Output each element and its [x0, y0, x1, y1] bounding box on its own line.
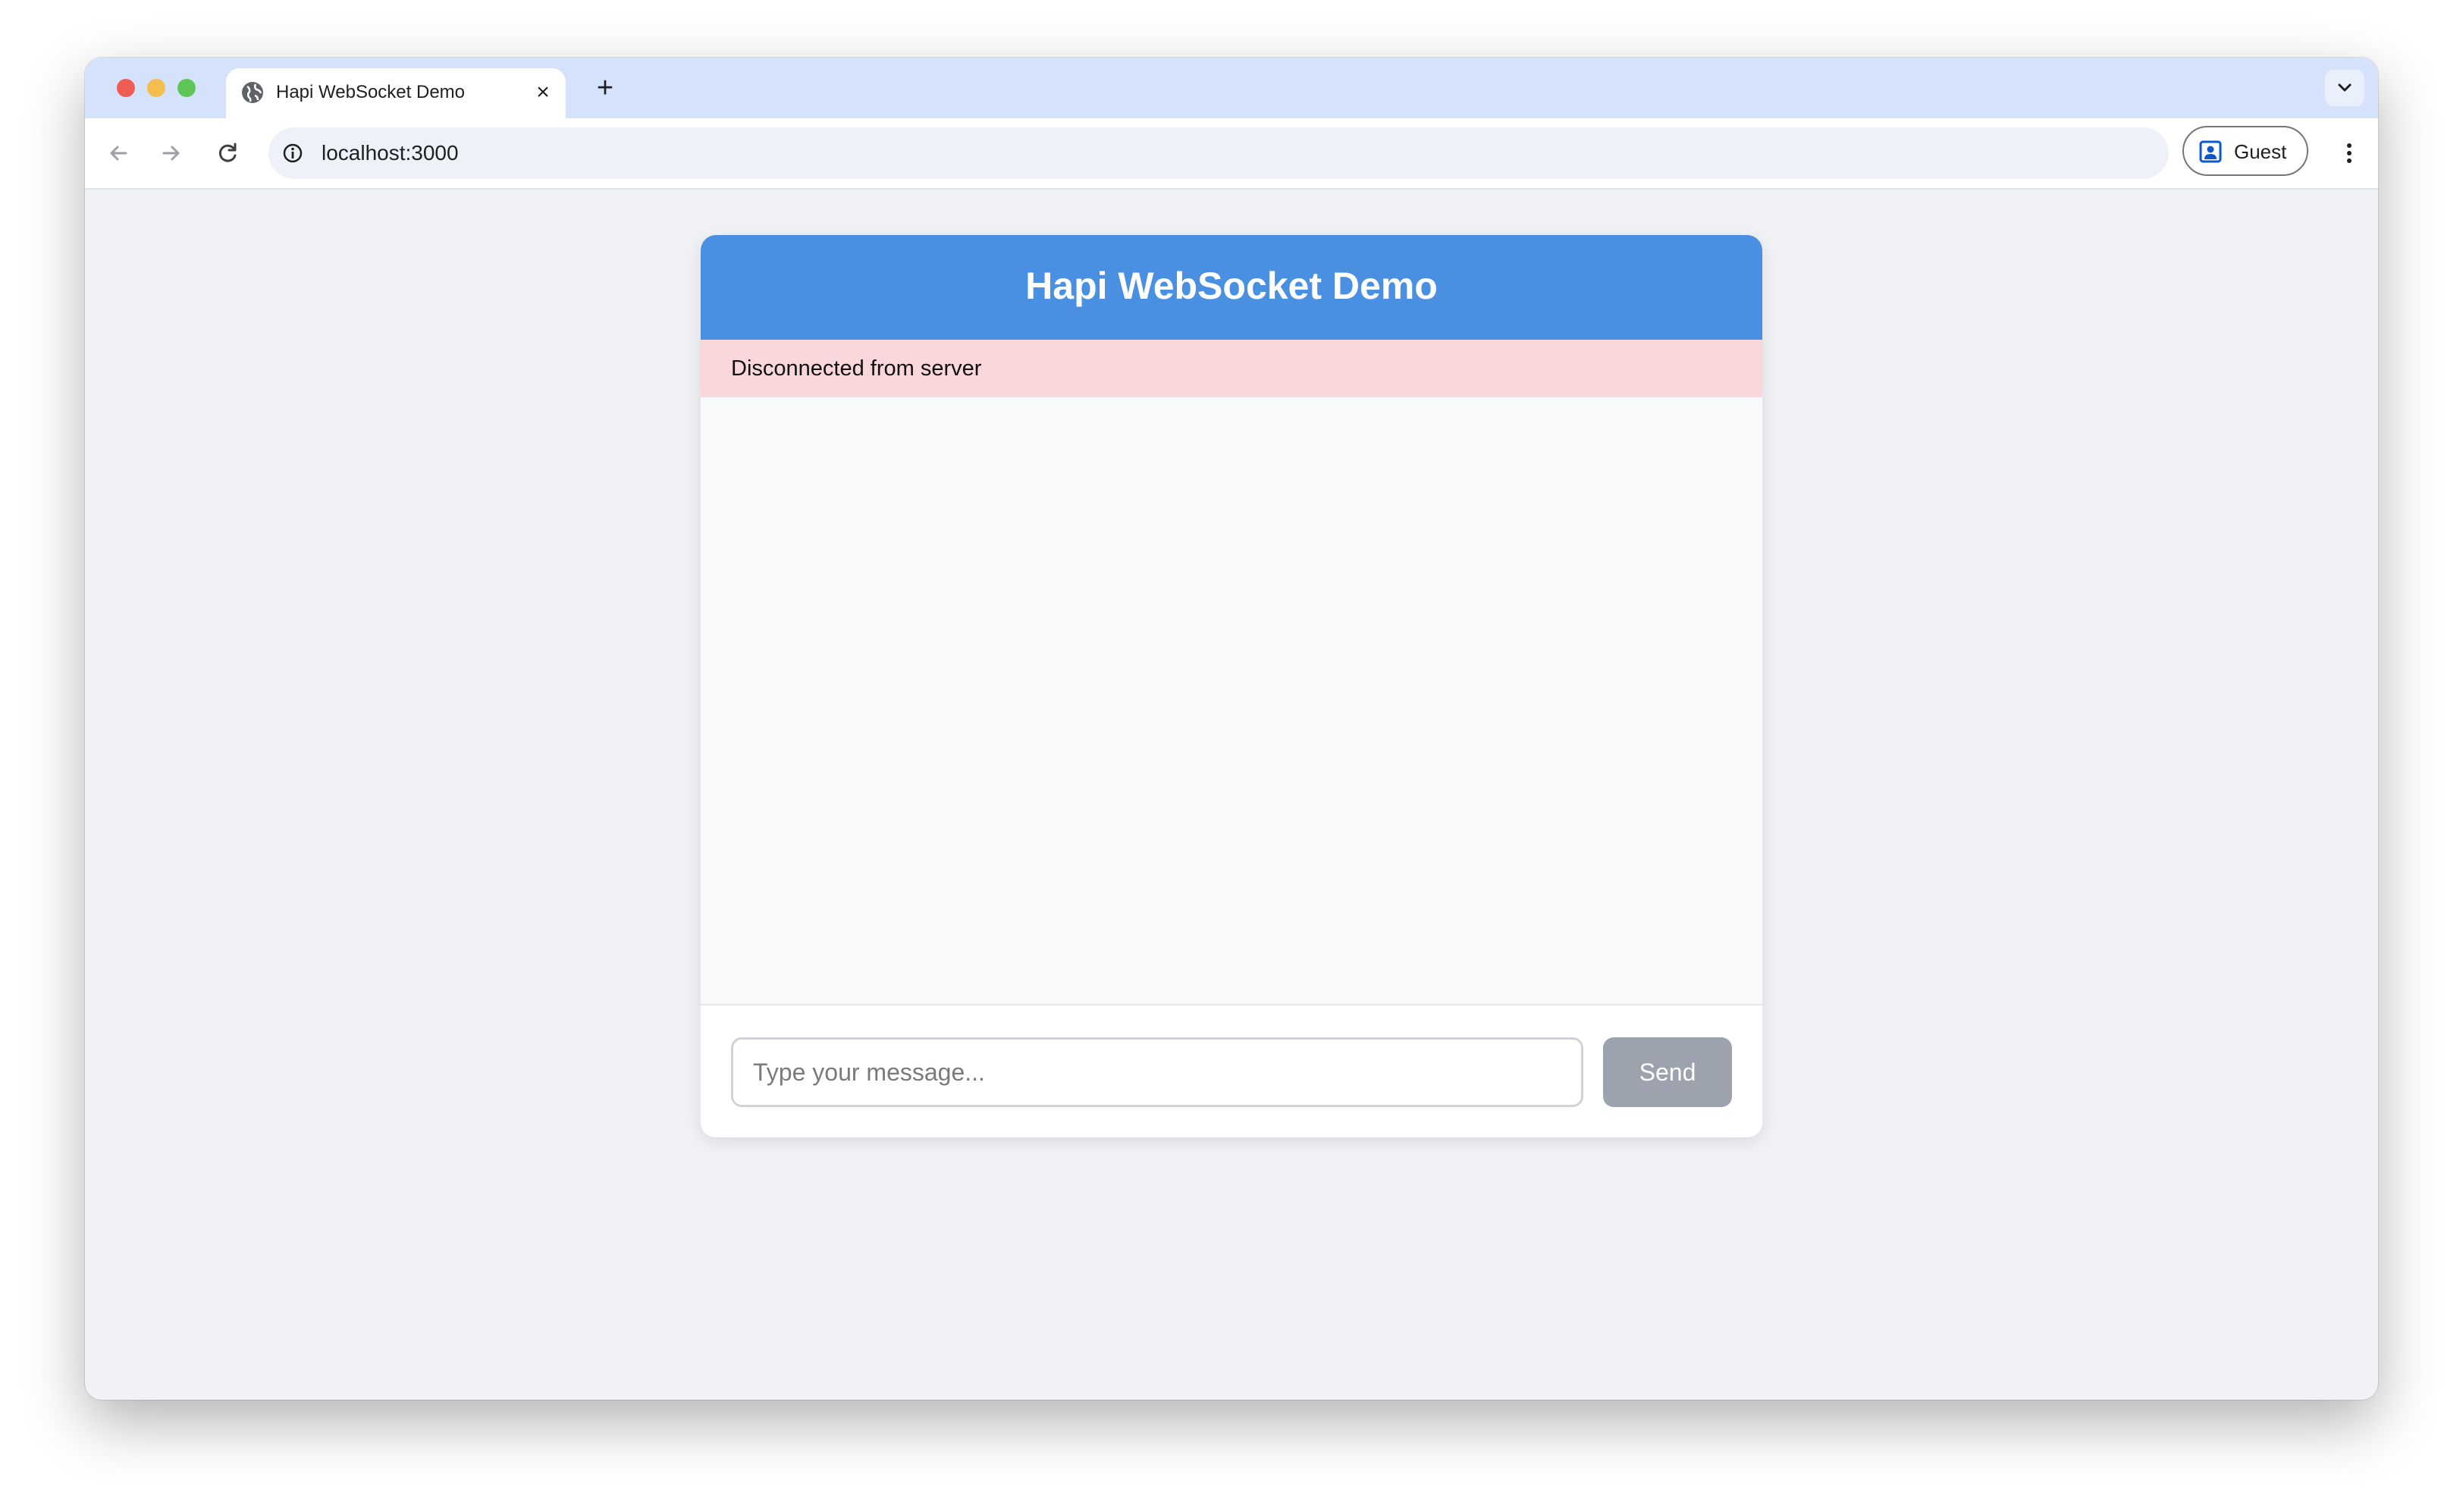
- chat-header: Hapi WebSocket Demo: [701, 235, 1762, 340]
- tab-active[interactable]: Hapi WebSocket Demo ×: [226, 68, 566, 118]
- chevron-down-icon: [2338, 83, 2352, 92]
- zoom-window-button[interactable]: [177, 79, 196, 97]
- globe-icon: [242, 82, 263, 103]
- reload-icon[interactable]: [211, 136, 244, 170]
- tab-strip: Hapi WebSocket Demo × +: [85, 58, 2378, 118]
- chat-card: Hapi WebSocket Demo Disconnected from se…: [701, 235, 1762, 1137]
- close-window-button[interactable]: [117, 79, 135, 97]
- person-badge-icon: [2199, 140, 2222, 163]
- address-bar[interactable]: localhost:3000: [268, 127, 2169, 179]
- message-composer: Send: [701, 1005, 1762, 1137]
- send-button[interactable]: Send: [1603, 1037, 1732, 1107]
- browser-window: Hapi WebSocket Demo × + localhost:3000 G…: [85, 58, 2378, 1400]
- tab-title: Hapi WebSocket Demo: [276, 82, 465, 102]
- message-list[interactable]: [701, 397, 1762, 1005]
- url-text: localhost:3000: [322, 141, 459, 165]
- status-banner: Disconnected from server: [701, 340, 1762, 397]
- profile-label: Guest: [2234, 140, 2287, 163]
- minimize-window-button[interactable]: [147, 79, 165, 97]
- profile-button[interactable]: Guest: [2182, 126, 2308, 176]
- browser-toolbar: localhost:3000 Guest: [85, 118, 2378, 190]
- tab-close-button[interactable]: ×: [531, 80, 555, 105]
- new-tab-button[interactable]: +: [588, 71, 622, 105]
- page: Hapi WebSocket Demo × + localhost:3000 G…: [0, 0, 2463, 1512]
- page-title: Hapi WebSocket Demo: [1025, 265, 1438, 307]
- info-icon[interactable]: [281, 141, 305, 165]
- message-input[interactable]: [731, 1037, 1583, 1107]
- kebab-menu-icon[interactable]: [2333, 136, 2366, 170]
- back-arrow-icon[interactable]: [102, 136, 135, 170]
- status-text: Disconnected from server: [731, 356, 982, 381]
- forward-arrow-icon[interactable]: [155, 136, 188, 170]
- tab-search-button[interactable]: [2325, 70, 2364, 106]
